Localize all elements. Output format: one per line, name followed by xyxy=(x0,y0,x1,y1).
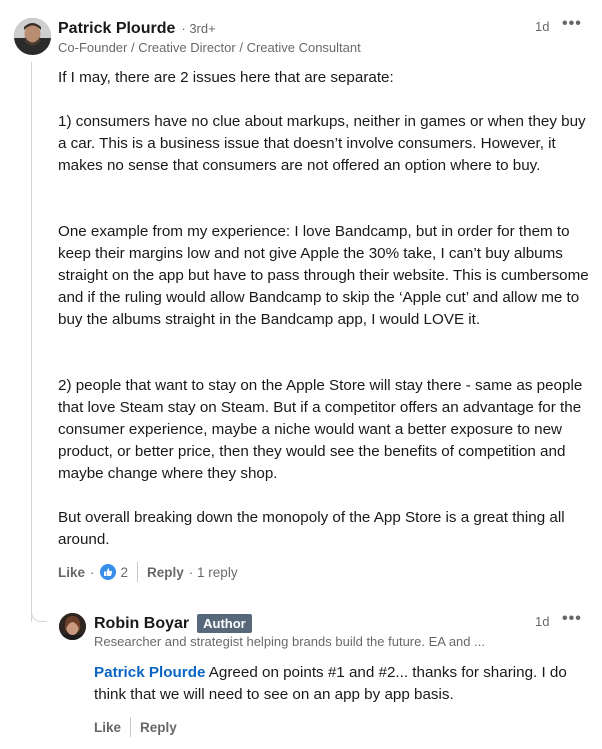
action-divider xyxy=(130,717,132,737)
reply-count[interactable]: · 1 reply xyxy=(189,565,238,580)
author-name[interactable]: Patrick Plourde xyxy=(58,20,175,38)
reply-like-button[interactable]: Like xyxy=(94,720,121,735)
reply-body: Patrick Plourde Agreed on points #1 and … xyxy=(94,662,590,706)
more-options-button[interactable]: ••• xyxy=(562,15,582,33)
mention-link[interactable]: Patrick Plourde xyxy=(94,664,205,681)
reply-author-headline: Researcher and strategist helping brands… xyxy=(94,634,485,649)
comment-paragraph: If I may, there are 2 issues here that a… xyxy=(58,69,394,86)
thread-line xyxy=(31,62,32,622)
comment-author-row: Patrick Plourde · 3rd+ xyxy=(58,20,216,38)
author-badge: Author xyxy=(197,614,252,633)
thumbs-up-icon[interactable] xyxy=(99,564,116,580)
connection-degree: · 3rd+ xyxy=(181,21,216,36)
action-divider xyxy=(137,562,139,582)
separator-dot: · xyxy=(90,564,95,580)
comment-timestamp: 1d xyxy=(535,19,550,34)
reply-button[interactable]: Reply xyxy=(147,565,184,580)
comment-paragraph: 2) people that want to stay on the Apple… xyxy=(58,377,583,482)
comment-paragraph: 1) consumers have no clue about markups,… xyxy=(58,113,586,174)
reply-more-options-button[interactable]: ••• xyxy=(562,610,582,628)
reply-reply-button[interactable]: Reply xyxy=(140,720,177,735)
thread-connector xyxy=(31,608,47,622)
like-button[interactable]: Like xyxy=(58,565,85,580)
reaction-count[interactable]: 2 xyxy=(121,565,129,580)
reply-avatar[interactable] xyxy=(59,613,86,640)
comment-actions: Like · 2 Reply · 1 reply xyxy=(58,562,238,582)
reply-actions: Like Reply xyxy=(94,717,177,737)
avatar[interactable] xyxy=(14,18,51,55)
reply-timestamp: 1d xyxy=(535,614,550,629)
reply-author-row: Robin Boyar Author xyxy=(94,614,252,633)
author-headline: Co-Founder / Creative Director / Creativ… xyxy=(58,40,361,55)
comment-paragraph: One example from my experience: I love B… xyxy=(58,223,589,328)
comment-paragraph: But overall breaking down the monopoly o… xyxy=(58,509,565,548)
reply-author-name[interactable]: Robin Boyar xyxy=(94,615,189,633)
